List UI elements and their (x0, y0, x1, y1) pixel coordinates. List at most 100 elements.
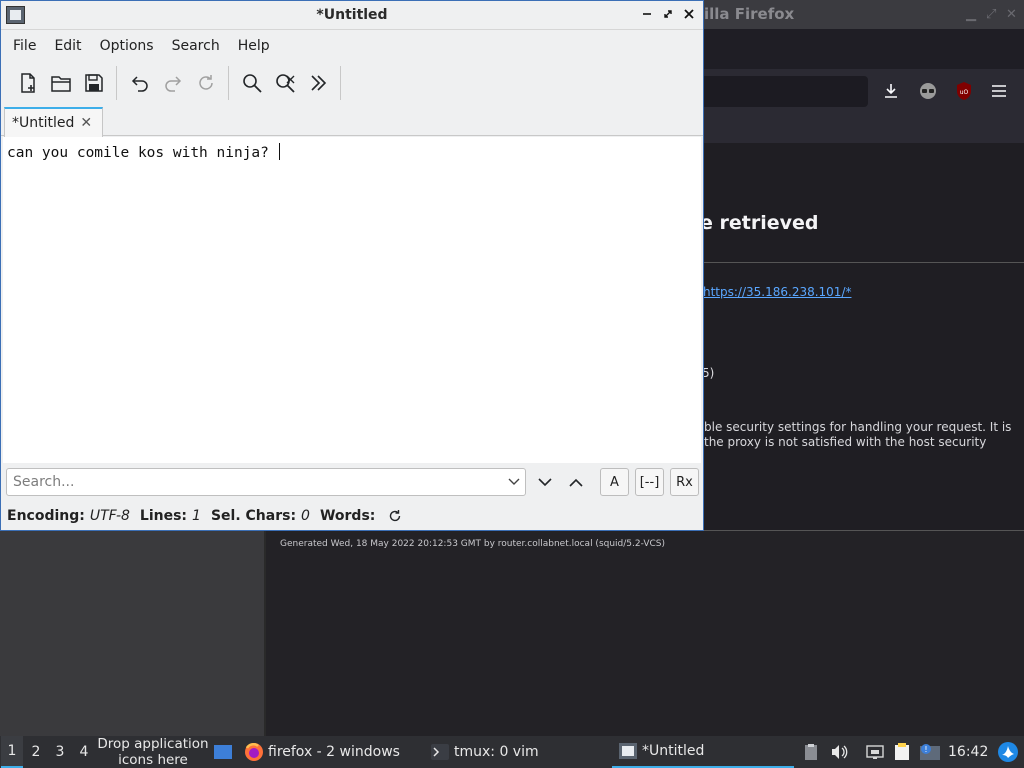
divider (700, 262, 1024, 263)
toolbar (1, 61, 703, 105)
editor-titlebar: *Untitled (1, 1, 703, 30)
notification-icon[interactable]: ! (918, 736, 942, 768)
search-bar (1, 463, 703, 501)
lines-label: Lines: (139, 508, 188, 524)
tab-untitled[interactable]: *Untitled ✕ (4, 107, 103, 137)
find-previous-button[interactable] (563, 470, 589, 494)
text-area[interactable]: can you comile kos with ninja? (3, 137, 701, 463)
maximize-icon[interactable] (660, 6, 676, 22)
tab-label: *Untitled (12, 115, 75, 131)
toolbar-separator (228, 66, 229, 100)
error-description: ble security settings for handling your … (704, 420, 1012, 449)
whole-word-button[interactable]: [--] (635, 468, 664, 496)
text-editor-window: *Untitled File Edit Options Search Help (0, 0, 704, 531)
workspace-1[interactable]: 1 (1, 736, 23, 768)
sel-chars-label: Sel. Chars: (210, 508, 297, 524)
svg-text:!: ! (924, 745, 927, 754)
firefox-url-bar[interactable] (700, 76, 868, 107)
encoding-value: UTF-8 (89, 508, 130, 524)
firefox-close-icon[interactable]: ✕ (1006, 7, 1017, 22)
open-folder-icon (50, 76, 71, 92)
words-label: Words: (319, 508, 376, 524)
workspace-2[interactable]: 2 (25, 736, 47, 768)
error-heading: e retrieved (700, 212, 819, 234)
ublock-icon[interactable]: uO (953, 80, 975, 102)
firefox-minimize-icon[interactable]: ▁ (966, 7, 976, 22)
find-replace-button[interactable] (268, 67, 301, 100)
volume-icon[interactable] (829, 736, 849, 768)
privacy-extension-icon[interactable] (917, 80, 939, 102)
new-file-icon (20, 73, 35, 93)
window-title: *Untitled (316, 7, 388, 23)
search-input[interactable] (7, 469, 497, 495)
toolbar-separator (116, 66, 117, 100)
firefox-title: illa Firefox (704, 5, 795, 23)
chevron-up-icon (569, 478, 583, 487)
text-caret (278, 143, 280, 160)
firefox-maximize-icon[interactable]: ⤢ (986, 7, 996, 22)
chevron-down-icon[interactable] (507, 474, 521, 490)
document-tab-bar: *Untitled ✕ (1, 105, 703, 137)
refresh-icon[interactable] (387, 508, 403, 524)
open-file-button[interactable] (44, 67, 77, 100)
regex-button[interactable]: Rx (670, 468, 699, 496)
menu-bar: File Edit Options Search Help (1, 30, 703, 61)
match-case-button[interactable]: A (600, 468, 629, 496)
show-desktop-button[interactable] (213, 736, 233, 768)
reload-icon (198, 75, 213, 90)
hamburger-menu-icon[interactable] (988, 80, 1010, 102)
undo-button[interactable] (123, 67, 156, 100)
search-field[interactable] (6, 468, 526, 496)
redo-button[interactable] (156, 67, 189, 100)
taskbar: 1 2 3 4 Drop application icons here fire… (0, 736, 1024, 768)
reload-button[interactable] (189, 67, 222, 100)
task-firefox[interactable]: firefox - 2 windows (244, 736, 400, 768)
menu-options[interactable]: Options (91, 38, 163, 54)
task-untitled-label: *Untitled (642, 743, 705, 759)
task-untitled[interactable]: *Untitled (612, 736, 794, 768)
whole-word-label: [--] (639, 474, 660, 490)
save-icon (84, 74, 103, 92)
app-menu-icon[interactable] (996, 736, 1020, 768)
clock: 16:42 (948, 744, 989, 760)
network-icon[interactable] (865, 736, 885, 768)
error-url-link[interactable]: https://35.186.238.101/* (703, 285, 851, 299)
minimize-icon[interactable] (639, 6, 655, 22)
menu-help[interactable]: Help (229, 38, 279, 54)
workspace-4[interactable]: 4 (73, 736, 95, 768)
new-file-button[interactable] (11, 67, 44, 100)
lines-value: 1 (192, 508, 201, 524)
status-bar: Encoding: UTF-8 Lines: 1 Sel. Chars: 0 W… (1, 503, 703, 529)
task-tmux[interactable]: tmux: 0 vim (430, 736, 539, 768)
desktop-icon (214, 745, 232, 759)
notes-icon[interactable] (892, 736, 912, 768)
desktop-panel (0, 530, 266, 736)
redo-icon (164, 76, 181, 92)
search-icon (242, 74, 262, 93)
terminal-icon (431, 744, 449, 760)
menu-search[interactable]: Search (163, 38, 229, 54)
undo-icon (131, 76, 148, 92)
text-editor-icon (619, 743, 637, 759)
menu-file[interactable]: File (4, 38, 45, 54)
match-case-label: A (610, 474, 619, 490)
sel-chars-value: 0 (301, 508, 310, 524)
quicklaunch-drop-label: Drop application icons here (97, 736, 209, 768)
tab-close-icon[interactable]: ✕ (80, 115, 92, 131)
generated-footer: Generated Wed, 18 May 2022 20:12:53 GMT … (280, 539, 665, 549)
regex-label: Rx (676, 474, 693, 490)
encoding-label: Encoding: (7, 508, 85, 524)
close-icon[interactable] (681, 6, 697, 22)
task-firefox-label: firefox - 2 windows (268, 744, 400, 760)
download-icon[interactable] (880, 80, 902, 102)
toolbar-separator (340, 66, 341, 100)
workspace-3[interactable]: 3 (49, 736, 71, 768)
clipboard-icon[interactable] (802, 736, 820, 768)
menu-edit[interactable]: Edit (45, 38, 90, 54)
more-actions-button[interactable] (301, 67, 334, 100)
find-button[interactable] (235, 67, 268, 100)
document-text: can you comile kos with ninja? (7, 145, 278, 161)
save-button[interactable] (77, 67, 110, 100)
task-tmux-label: tmux: 0 vim (454, 744, 539, 760)
find-next-button[interactable] (532, 470, 558, 494)
